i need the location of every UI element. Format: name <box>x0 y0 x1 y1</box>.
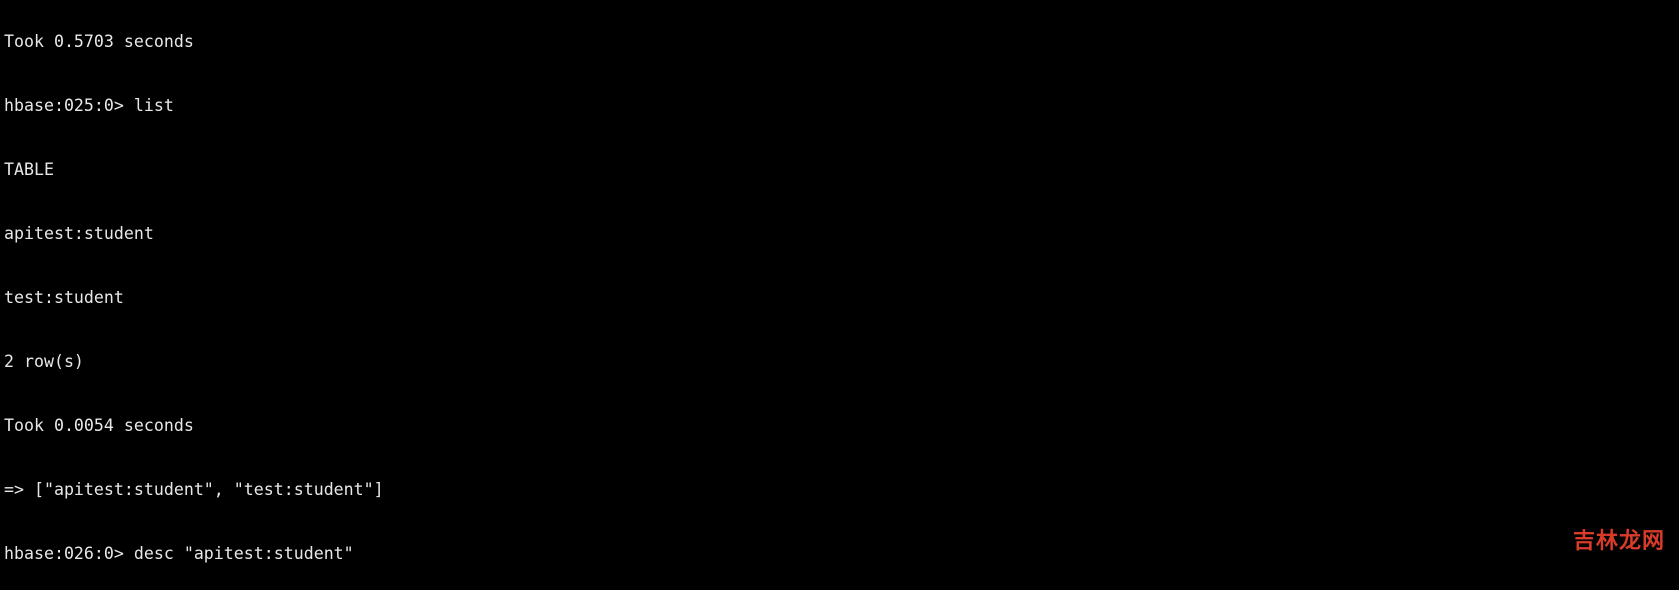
terminal-line: => ["apitest:student", "test:student"] <box>4 479 384 499</box>
terminal-line: TABLE <box>4 159 54 179</box>
terminal-line: apitest:student <box>4 223 154 243</box>
terminal-line: test:student <box>4 287 124 307</box>
terminal-window[interactable]: Took 0.5703 seconds hbase:025:0> list TA… <box>0 0 1679 590</box>
terminal-line: hbase:025:0> list <box>4 95 174 115</box>
terminal-line: hbase:026:0> desc "apitest:student" <box>4 543 354 563</box>
terminal-line: Took 0.0054 seconds <box>4 415 194 435</box>
terminal-screen: Took 0.5703 seconds hbase:025:0> list TA… <box>0 0 1679 590</box>
terminal-line: Took 0.5703 seconds <box>4 31 194 51</box>
terminal-line: 2 row(s) <box>4 351 84 371</box>
watermark-text: 吉林龙网 <box>1572 528 1665 554</box>
